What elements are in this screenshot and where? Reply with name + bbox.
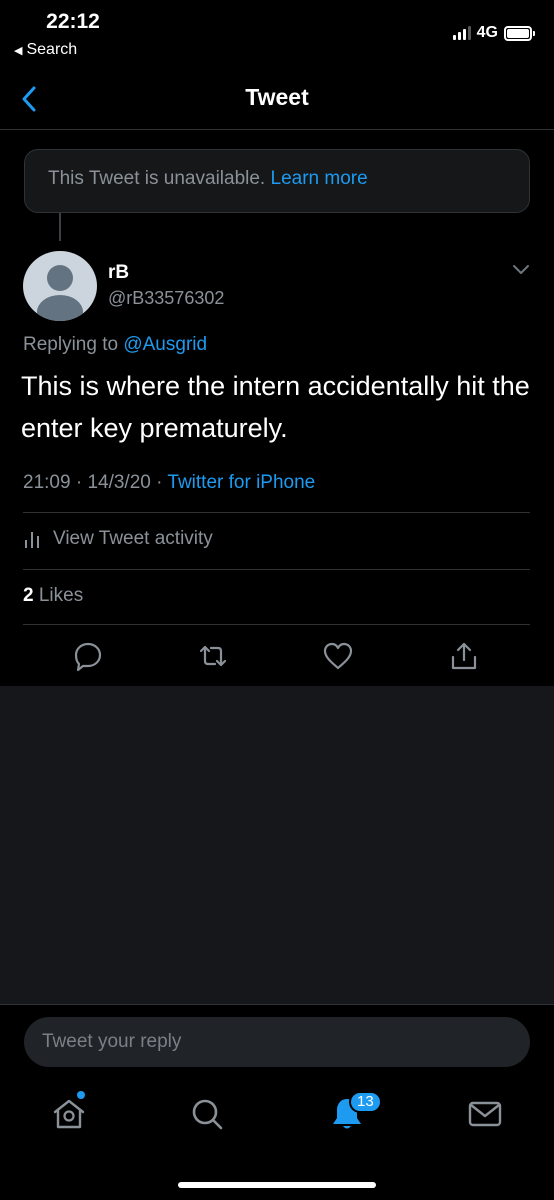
tweet-actions [0, 635, 554, 685]
divider [23, 569, 530, 570]
likes-count-button[interactable]: 2 Likes [23, 585, 83, 607]
divider [23, 624, 530, 625]
learn-more-link[interactable]: Learn more [271, 168, 368, 189]
likes-count: 2 [23, 585, 34, 606]
tweet-text: This is where the intern accidentally hi… [21, 371, 530, 443]
search-icon[interactable] [187, 1094, 227, 1134]
tweet-meta: 21:09 · 14/3/20 · Twitter for iPhone [23, 472, 315, 494]
navigation-bar: Tweet [0, 70, 554, 130]
reply-icon[interactable] [71, 639, 105, 673]
unavailable-text: This Tweet is unavailable. [48, 168, 266, 189]
battery-icon [504, 25, 535, 41]
network-type: 4G [476, 24, 498, 41]
signal-icon [452, 26, 471, 40]
avatar[interactable] [23, 251, 97, 321]
tweet-client-link[interactable]: Twitter for iPhone [167, 472, 315, 493]
home-icon[interactable] [49, 1094, 89, 1134]
replying-to-mention[interactable]: @Ausgrid [123, 334, 207, 355]
analytics-bars-icon [25, 532, 39, 548]
author-handle[interactable]: @rB33576302 [108, 288, 224, 309]
view-tweet-activity-label: View Tweet activity [53, 528, 213, 549]
likes-label: Likes [38, 585, 84, 606]
unavailable-tweet-card: This Tweet is unavailable. Learn more [24, 149, 530, 213]
tweet-time: 21:09 [23, 472, 71, 493]
meta-separator: · [156, 472, 168, 493]
chevron-down-icon[interactable] [512, 264, 530, 276]
meta-separator: · [75, 472, 88, 493]
page-title: Tweet [245, 84, 309, 110]
messages-mail-icon[interactable] [465, 1094, 505, 1134]
back-to-search-button[interactable]: ◀ Search [14, 41, 77, 59]
reply-bar [0, 1004, 554, 1080]
status-bar: 22:12 ◀ Search 4G [0, 0, 554, 70]
author-display-name[interactable]: rB [108, 262, 129, 284]
status-indicators: 4G [452, 24, 535, 42]
share-icon[interactable] [447, 639, 481, 673]
tweet-reply-input[interactable] [24, 1017, 530, 1067]
back-triangle-icon: ◀ [14, 44, 23, 57]
home-new-indicator-dot [77, 1091, 85, 1099]
replying-to-prefix: Replying to [23, 334, 119, 355]
replying-to: Replying to @Ausgrid [23, 334, 207, 356]
tweet-date: 14/3/20 [87, 472, 151, 493]
empty-replies-area [0, 686, 554, 1004]
home-indicator[interactable] [178, 1182, 376, 1188]
divider [23, 512, 530, 513]
view-tweet-activity-button[interactable]: View Tweet activity [23, 528, 213, 550]
like-heart-icon[interactable] [321, 639, 355, 673]
thread-connector-line [59, 213, 61, 241]
notifications-badge: 13 [349, 1091, 382, 1113]
retweet-icon[interactable] [196, 639, 230, 673]
back-to-search-label: Search [26, 41, 78, 58]
status-time: 22:12 [46, 10, 100, 33]
